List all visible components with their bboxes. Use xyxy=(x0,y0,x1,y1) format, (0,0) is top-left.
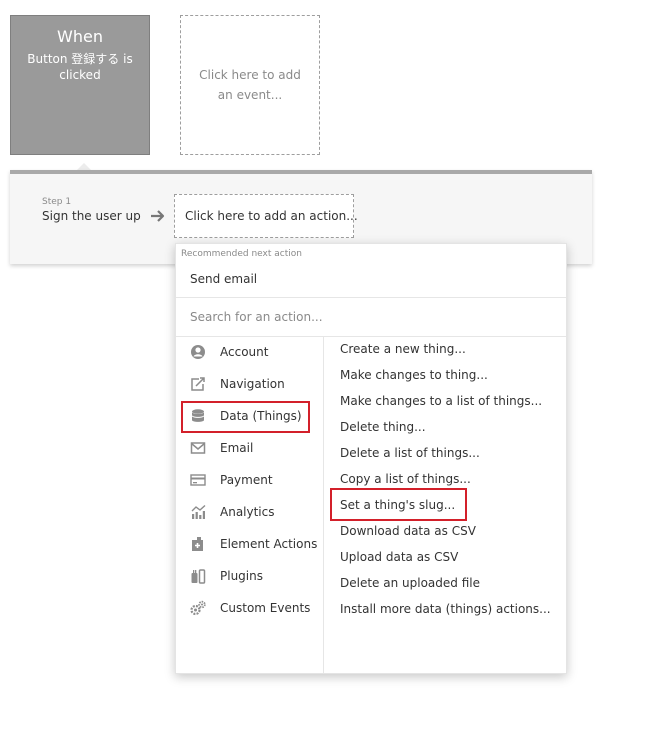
custom-events-icon xyxy=(190,600,206,616)
action-create-new-thing[interactable]: Create a new thing... xyxy=(340,342,466,356)
payment-icon xyxy=(190,474,206,486)
event-card-title: When xyxy=(57,27,103,46)
plugins-icon xyxy=(191,569,206,584)
recommended-label: Recommended next action xyxy=(181,249,302,259)
category-label: Element Actions xyxy=(220,537,318,551)
action-install-more-data-actions[interactable]: Install more data (things) actions... xyxy=(340,602,551,616)
step-sign-user-up[interactable]: Sign the user up xyxy=(42,209,141,223)
category-label: Custom Events xyxy=(220,601,311,615)
category-label: Navigation xyxy=(220,377,285,391)
category-label: Account xyxy=(220,345,269,359)
action-make-changes-to-list[interactable]: Make changes to a list of things... xyxy=(340,394,542,408)
add-event-button[interactable]: Click here to add an event... xyxy=(180,15,320,155)
category-plugins[interactable]: Plugins xyxy=(190,566,330,586)
category-label: Plugins xyxy=(220,569,263,583)
action-delete-uploaded-file[interactable]: Delete an uploaded file xyxy=(340,576,480,590)
action-search-input[interactable] xyxy=(190,307,550,327)
divider xyxy=(176,336,566,337)
category-navigation[interactable]: Navigation xyxy=(190,374,330,394)
action-make-changes-to-thing[interactable]: Make changes to thing... xyxy=(340,368,488,382)
action-delete-thing[interactable]: Delete thing... xyxy=(340,420,426,434)
recommended-send-email[interactable]: Send email xyxy=(190,272,257,286)
category-label: Payment xyxy=(220,473,273,487)
add-action-button[interactable]: Click here to add an action... xyxy=(174,194,358,238)
email-icon xyxy=(190,442,206,454)
category-label: Analytics xyxy=(220,505,275,519)
navigation-icon xyxy=(191,377,205,391)
highlight-box-data-things xyxy=(181,401,310,433)
arrow-right-icon xyxy=(151,210,165,222)
highlight-box-set-slug xyxy=(330,488,467,521)
category-custom-events[interactable]: Custom Events xyxy=(190,598,330,618)
category-email[interactable]: Email xyxy=(190,438,330,458)
category-label: Email xyxy=(220,441,254,455)
step-label: Step 1 xyxy=(42,197,72,207)
account-icon xyxy=(191,345,205,359)
category-payment[interactable]: Payment xyxy=(190,470,330,490)
action-download-data-csv[interactable]: Download data as CSV xyxy=(340,524,476,538)
event-card-description: Button 登録する is clicked xyxy=(27,52,133,82)
category-analytics[interactable]: Analytics xyxy=(190,502,330,522)
element-actions-icon xyxy=(192,537,203,551)
action-upload-data-csv[interactable]: Upload data as CSV xyxy=(340,550,458,564)
category-element-actions[interactable]: Element Actions xyxy=(190,534,330,554)
event-card-button-clicked[interactable]: When Button 登録する is clicked xyxy=(10,15,150,155)
action-delete-list-of-things[interactable]: Delete a list of things... xyxy=(340,446,480,460)
analytics-icon xyxy=(191,504,206,519)
action-dropdown-menu: Recommended next action Send email Accou… xyxy=(175,243,567,674)
divider xyxy=(176,297,566,298)
action-copy-list-of-things[interactable]: Copy a list of things... xyxy=(340,472,471,486)
category-account[interactable]: Account xyxy=(190,342,330,362)
